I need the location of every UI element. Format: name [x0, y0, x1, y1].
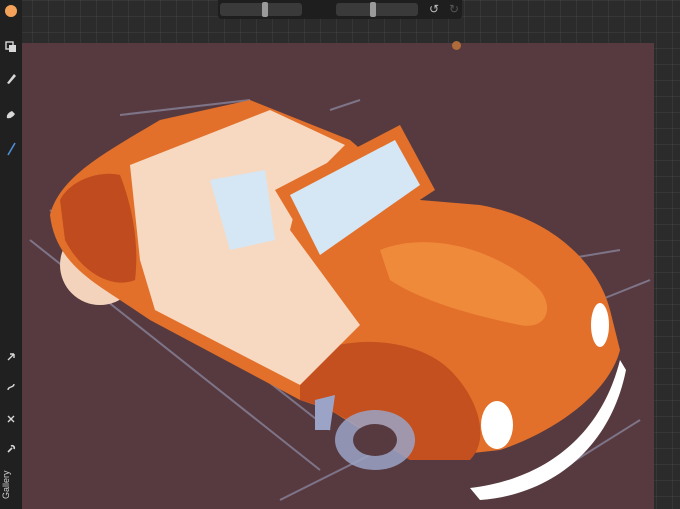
undo-icon[interactable]: ↺: [428, 2, 440, 16]
left-headlight: [481, 401, 513, 449]
car-illustration: [29, 99, 651, 501]
shape-icon[interactable]: [2, 410, 20, 428]
brush-icon[interactable]: [2, 70, 20, 88]
curve-icon[interactable]: [2, 378, 20, 396]
opacity-thumb[interactable]: [370, 2, 376, 17]
layers-icon[interactable]: [2, 38, 20, 56]
brush-size-slider[interactable]: [220, 3, 302, 16]
wrench-icon[interactable]: [2, 440, 20, 458]
color-picker-swatch[interactable]: [5, 5, 17, 17]
drawing-canvas[interactable]: [22, 43, 654, 509]
procreate-workspace: Gallery ↺ ↻: [0, 0, 680, 509]
gallery-button[interactable]: Gallery: [1, 470, 21, 500]
front-wheel-hub: [353, 424, 397, 456]
left-sidebar: Gallery: [0, 0, 22, 509]
line-tool-icon[interactable]: [2, 140, 20, 158]
right-headlight: [591, 303, 609, 347]
arrow-icon[interactable]: [2, 348, 20, 366]
smudge-icon[interactable]: [2, 106, 20, 124]
front-bumper-left: [315, 395, 335, 430]
reference-dot: [452, 41, 461, 50]
brush-size-thumb[interactable]: [262, 2, 268, 17]
redo-icon[interactable]: ↻: [448, 2, 460, 16]
opacity-slider[interactable]: [336, 3, 418, 16]
